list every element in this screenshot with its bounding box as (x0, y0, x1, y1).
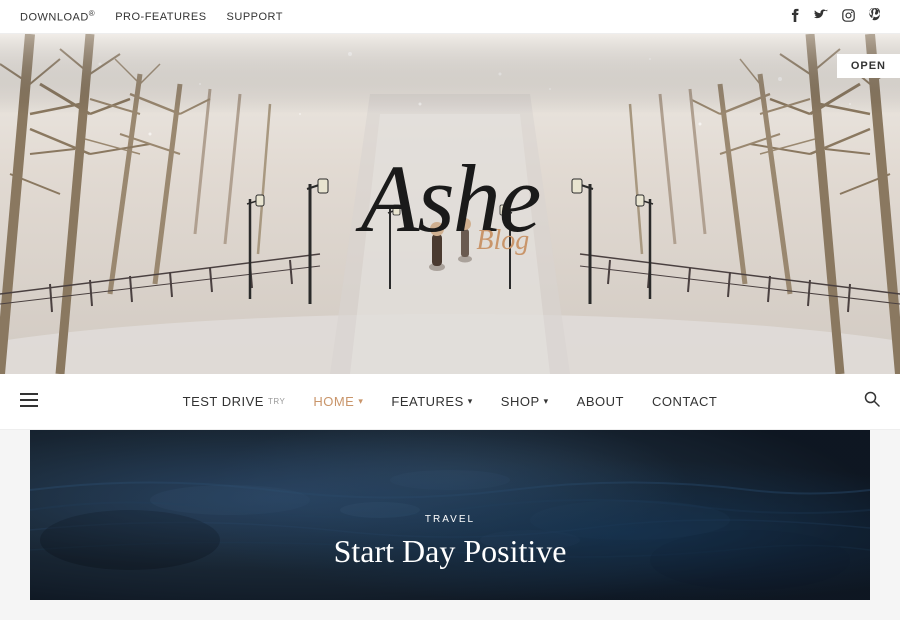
hero-title-area: Ashe Blog (361, 151, 540, 247)
hero-section: Ashe Blog OPEN (0, 34, 900, 374)
chevron-down-icon: ▾ (358, 396, 363, 407)
nav-label-features: FEATURES (391, 394, 463, 409)
featured-post-card[interactable]: TRAVEL Start Day Positive (30, 430, 870, 600)
support-link[interactable]: SUPPORT (227, 11, 283, 23)
download-link[interactable]: DOWNLOAD® (20, 9, 95, 24)
open-button[interactable]: OPEN (837, 54, 900, 78)
nav-label-test-drive: TEST DRIVE (183, 394, 264, 409)
site-subtitle: Blog (476, 225, 529, 257)
nav-label-contact: CONTACT (652, 394, 717, 409)
pro-features-link[interactable]: PRO-FEATURES (115, 11, 206, 23)
navbar: TEST DRIVE TRY HOME ▾ FEATURES ▾ SHOP ▾ A… (0, 374, 900, 430)
nav-label-home: HOME (313, 394, 354, 409)
pinterest-icon[interactable] (869, 8, 880, 25)
nav-item-shop[interactable]: SHOP ▾ (491, 374, 559, 430)
nav-item-features[interactable]: FEATURES ▾ (381, 374, 482, 430)
social-links (790, 8, 880, 25)
post-title: Start Day Positive (30, 533, 870, 570)
nav-item-about[interactable]: ABOUT (567, 374, 634, 430)
top-bar: DOWNLOAD® PRO-FEATURES SUPPORT (0, 0, 900, 34)
nav-item-contact[interactable]: CONTACT (642, 374, 727, 430)
nav-label-shop: SHOP (501, 394, 540, 409)
post-category: TRAVEL (30, 514, 870, 525)
chevron-down-icon-2: ▾ (468, 396, 473, 407)
nav-sup-test-drive: TRY (268, 397, 285, 406)
nav-items-list: TEST DRIVE TRY HOME ▾ FEATURES ▾ SHOP ▾ A… (173, 374, 728, 430)
featured-card-content: TRAVEL Start Day Positive (30, 514, 870, 570)
chevron-down-icon-3: ▾ (544, 396, 549, 407)
hamburger-menu[interactable] (20, 390, 38, 413)
instagram-icon[interactable] (842, 9, 855, 25)
twitter-icon[interactable] (814, 9, 828, 24)
nav-item-test-drive[interactable]: TEST DRIVE TRY (173, 374, 296, 430)
nav-item-home[interactable]: HOME ▾ (303, 374, 373, 430)
top-bar-links: DOWNLOAD® PRO-FEATURES SUPPORT (20, 9, 283, 24)
facebook-icon[interactable] (790, 8, 800, 25)
nav-label-about: ABOUT (577, 394, 624, 409)
search-icon[interactable] (864, 391, 880, 412)
